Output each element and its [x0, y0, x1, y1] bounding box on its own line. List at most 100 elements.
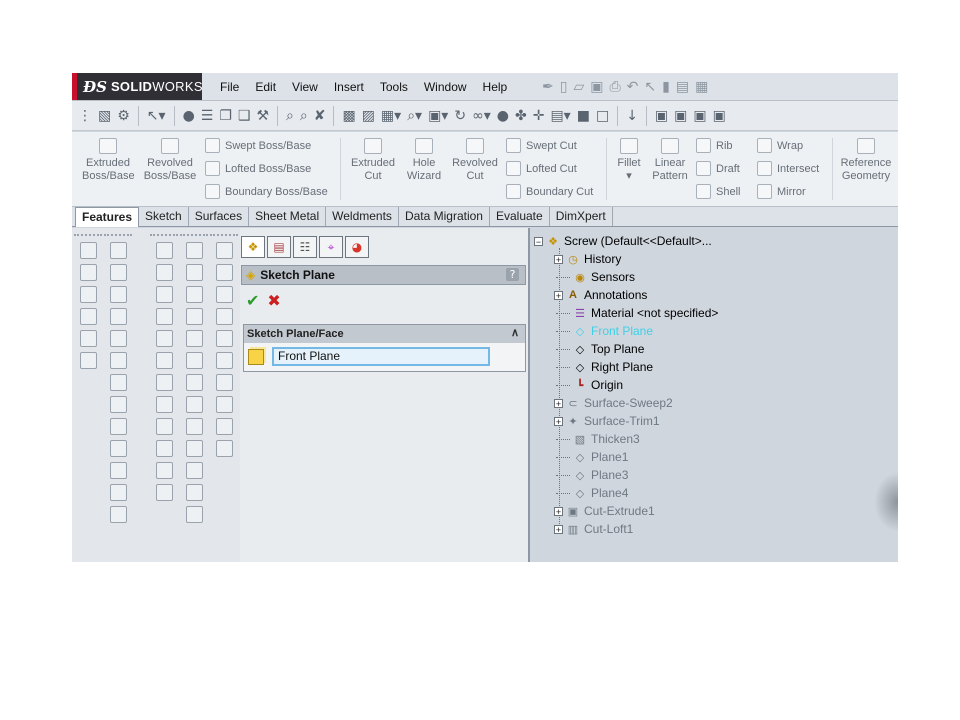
shape-icon[interactable] — [185, 286, 203, 303]
solidworks-logo[interactable]: ĐS SOLIDWORKS — [72, 73, 203, 100]
rotate-icon[interactable]: ↻ — [454, 108, 466, 124]
rib-button[interactable]: Rib — [696, 138, 733, 153]
dimension-icon[interactable] — [109, 242, 127, 259]
tree-item-right-plane[interactable]: ◇ Right Plane — [556, 358, 653, 376]
table-icon[interactable] — [215, 330, 233, 347]
spring-icon[interactable] — [79, 352, 97, 369]
hole-wizard-button[interactable]: Hole Wizard — [404, 138, 444, 183]
menu-file[interactable]: File — [212, 80, 247, 94]
pin-icon[interactable]: ✒ — [542, 79, 554, 95]
print-icon[interactable]: ⎙ — [609, 79, 620, 95]
grid-icon[interactable] — [185, 374, 203, 391]
tree-item-plane4[interactable]: ◇ Plane4 — [556, 484, 628, 502]
tools-icon[interactable]: ⚒ — [256, 108, 269, 124]
mirror-button[interactable]: Mirror — [757, 184, 806, 199]
combine-icon[interactable] — [155, 462, 173, 479]
table-icon[interactable] — [215, 242, 233, 259]
tab-surfaces[interactable]: Surfaces — [189, 207, 250, 226]
menu-help[interactable]: Help — [475, 80, 516, 94]
pan-icon[interactable]: ✛ — [533, 108, 545, 124]
front-view-icon[interactable]: ▣ — [674, 108, 687, 124]
top-view-icon[interactable]: ▣ — [693, 108, 706, 124]
configuration-manager-tab[interactable]: ☷ — [293, 236, 317, 258]
extruded-cut-button[interactable]: Extruded Cut — [346, 138, 400, 183]
menu-tools[interactable]: Tools — [372, 80, 416, 94]
list-icon[interactable]: ☰ — [201, 108, 214, 124]
tree-root[interactable]: − ❖ Screw (Default<<Default>... — [534, 232, 712, 250]
box-icon[interactable] — [155, 374, 173, 391]
zoom-area-icon[interactable]: ⌕ — [300, 108, 308, 124]
selection-box[interactable]: Front Plane — [272, 347, 490, 366]
box-icon[interactable] — [109, 440, 127, 457]
box-icon[interactable] — [155, 308, 173, 325]
lofted-boss-button[interactable]: Lofted Boss/Base — [205, 161, 311, 176]
shaded-icon[interactable]: ■ — [577, 108, 590, 124]
expand-toggle-icon[interactable]: + — [554, 254, 563, 264]
new-document-icon[interactable]: ▯ — [560, 79, 568, 95]
dome-icon[interactable] — [185, 308, 203, 325]
help-button[interactable]: ? — [506, 268, 519, 281]
spline-icon[interactable] — [79, 308, 97, 325]
expand-toggle-icon[interactable]: + — [554, 290, 563, 300]
line-icon[interactable] — [79, 286, 97, 303]
tab-features[interactable]: Features — [75, 207, 140, 227]
gear-icon[interactable] — [215, 286, 233, 303]
tree-item-cut-loft1[interactable]: + ▥ Cut-Loft1 — [554, 520, 633, 538]
tree-item-front-plane[interactable]: ◇ Front Plane — [556, 322, 653, 340]
right-view-icon[interactable]: ▣ — [713, 108, 726, 124]
paste-icon[interactable]: ❑ — [238, 108, 251, 124]
split-icon[interactable] — [155, 440, 173, 457]
tree-item-sensors[interactable]: ◉ Sensors — [556, 268, 635, 286]
collapse-toggle-icon[interactable]: − — [534, 236, 543, 246]
lofted-cut-button[interactable]: Lofted Cut — [506, 161, 577, 176]
boundary-cut-button[interactable]: Boundary Cut — [506, 184, 593, 199]
view-cube-icon[interactable]: ▣▾ — [428, 108, 448, 124]
menu-window[interactable]: Window — [416, 80, 475, 94]
iso-view-icon[interactable]: ▣ — [655, 108, 668, 124]
tree-item-top-plane[interactable]: ◇ Top Plane — [556, 340, 644, 358]
arrow-icon[interactable] — [185, 440, 203, 457]
tree-item-history[interactable]: + ◷ History — [554, 250, 621, 268]
save-icon[interactable]: ▣ — [590, 79, 603, 95]
table-icon[interactable] — [215, 418, 233, 435]
menu-insert[interactable]: Insert — [326, 80, 372, 94]
cancel-button[interactable]: ✖ — [267, 291, 280, 310]
box-icon[interactable] — [155, 242, 173, 259]
table-icon[interactable] — [215, 264, 233, 281]
intersect-button[interactable]: Intersect — [757, 161, 819, 176]
display-manager-tab[interactable]: ◕ — [345, 236, 369, 258]
tab-dimxpert[interactable]: DimXpert — [550, 207, 613, 226]
expand-toggle-icon[interactable]: + — [554, 524, 563, 534]
box-icon[interactable] — [155, 352, 173, 369]
wrap-button[interactable]: Wrap — [757, 138, 803, 153]
revolved-cut-button[interactable]: Revolved Cut — [449, 138, 501, 183]
copy-icon[interactable]: ❐ — [219, 108, 232, 124]
combine-icon[interactable] — [155, 484, 173, 501]
feature-manager-tab[interactable]: ❖ — [241, 236, 265, 258]
link-icon[interactable]: ∞▾ — [472, 108, 491, 124]
angle-icon[interactable] — [109, 418, 127, 435]
tab-evaluate[interactable]: Evaluate — [490, 207, 550, 226]
trim-icon[interactable] — [109, 308, 127, 325]
smart-dimension-icon[interactable]: ⚙ — [117, 108, 130, 124]
revolve-icon[interactable] — [109, 484, 127, 501]
swept-boss-button[interactable]: Swept Boss/Base — [205, 138, 311, 153]
move-icon[interactable] — [155, 418, 173, 435]
shell-button[interactable]: Shell — [696, 184, 740, 199]
render-icon[interactable]: ● — [497, 108, 509, 124]
swept-cut-button[interactable]: Swept Cut — [506, 138, 577, 153]
tab-sketch[interactable]: Sketch — [139, 207, 189, 226]
sketch-icon[interactable] — [79, 242, 97, 259]
box-icon[interactable] — [185, 484, 203, 501]
tree-item-thicken3[interactable]: ▧ Thicken3 — [556, 430, 640, 448]
tab-sheet-metal[interactable]: Sheet Metal — [249, 207, 327, 226]
tab-weldments[interactable]: Weldments — [326, 207, 399, 226]
circle-icon[interactable] — [109, 286, 127, 303]
tree-item-plane3[interactable]: ◇ Plane3 — [556, 466, 628, 484]
copy-icon[interactable] — [185, 242, 203, 259]
angle-icon[interactable] — [109, 264, 127, 281]
extruded-boss-button[interactable]: Extruded Boss/Base — [82, 138, 135, 183]
coil-icon[interactable] — [79, 330, 97, 347]
layout-icon[interactable] — [185, 462, 203, 479]
tree-item-surface-sweep2[interactable]: + ⊂ Surface-Sweep2 — [554, 394, 673, 412]
